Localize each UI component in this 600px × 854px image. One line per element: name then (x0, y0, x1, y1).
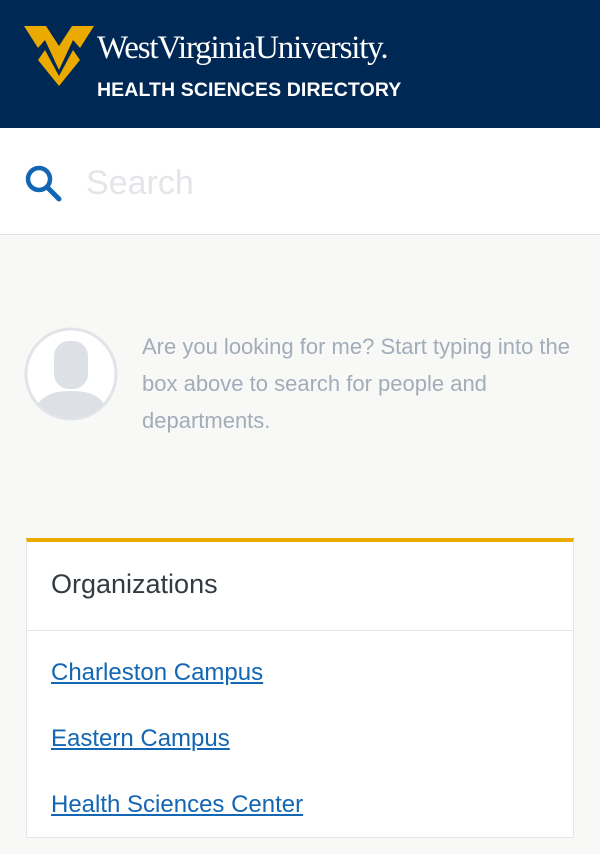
search-bar (0, 128, 600, 235)
directory-subtitle: HEALTH SCIENCES DIRECTORY (97, 79, 402, 101)
divider (27, 630, 573, 631)
person-avatar-icon (24, 327, 118, 421)
list-item: Eastern Campus (51, 722, 303, 788)
organizations-heading: Organizations (51, 569, 218, 599)
link-charleston-campus[interactable]: Charleston Campus (51, 659, 263, 686)
link-health-sciences-center[interactable]: Health Sciences Center (51, 791, 303, 818)
university-wordmark[interactable]: WestVirginiaUniversity. (97, 30, 389, 66)
list-item: Health Sciences Center (51, 788, 303, 854)
organizations-card: Organizations Charleston Campus Eastern … (26, 538, 574, 838)
link-eastern-campus[interactable]: Eastern Campus (51, 725, 230, 752)
search-input[interactable] (86, 158, 566, 208)
search-icon[interactable] (24, 164, 62, 202)
site-header: WestVirginiaUniversity. HEALTH SCIENCES … (0, 0, 600, 128)
list-item: Charleston Campus (51, 656, 303, 722)
search-hint-text: Are you looking for me? Start typing int… (142, 334, 571, 433)
organizations-list: Charleston Campus Eastern Campus Health … (51, 656, 303, 854)
wv-logo-icon[interactable] (24, 26, 94, 86)
